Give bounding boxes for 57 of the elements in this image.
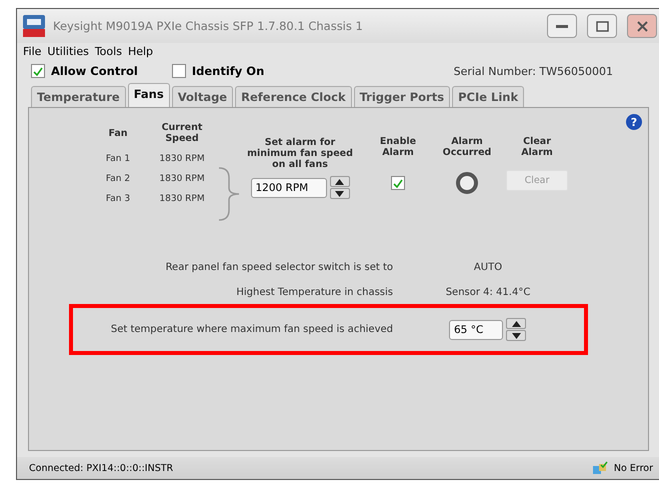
checkbox[interactable]: Identify On bbox=[172, 64, 264, 78]
connection-icon bbox=[592, 461, 608, 475]
tab[interactable]: Reference Clock bbox=[235, 86, 352, 107]
menu-item[interactable]: Help bbox=[128, 45, 154, 58]
alarm-indicator-icon bbox=[456, 172, 478, 194]
help-icon[interactable]: ? bbox=[626, 114, 642, 130]
info-value: AUTO bbox=[472, 262, 504, 273]
up-arrow-icon bbox=[512, 320, 520, 326]
maximize-icon bbox=[596, 20, 608, 32]
window-title: Keysight M9019A PXIe Chassis SFP 1.7.80.1 Chassis 1 bbox=[53, 19, 364, 33]
info-label: Rear panel fan speed selector switch is set to bbox=[164, 262, 393, 273]
menu-item[interactable]: File bbox=[23, 45, 42, 58]
down-arrow-icon bbox=[335, 190, 344, 196]
setting-label: Set temperature where maximum fan speed is achieved bbox=[110, 324, 393, 335]
column-header: Set alarm for minimum fan speed on all fans bbox=[246, 136, 354, 170]
checkbox-box[interactable] bbox=[31, 64, 45, 78]
up-arrow-icon bbox=[335, 178, 344, 184]
enable-alarm-checkbox[interactable] bbox=[391, 176, 405, 190]
decrement-button[interactable] bbox=[506, 330, 526, 341]
menu-item[interactable]: Tools bbox=[94, 45, 122, 58]
checkbox[interactable]: Allow Control bbox=[31, 64, 138, 78]
spin-field[interactable]: 65 °C bbox=[449, 320, 503, 340]
minimize-button[interactable] bbox=[547, 14, 577, 38]
column-header: Alarm Occurred bbox=[442, 135, 492, 158]
spin-field[interactable]: 1200 RPM bbox=[250, 178, 326, 198]
increment-button[interactable] bbox=[330, 176, 350, 187]
fan-speed: 1830 RPM bbox=[158, 174, 206, 184]
close-icon bbox=[636, 20, 648, 32]
error-status: No Error bbox=[614, 462, 653, 474]
checkbox-box[interactable] bbox=[172, 64, 186, 78]
menu-item[interactable]: Utilities bbox=[47, 45, 89, 58]
tab[interactable]: Temperature bbox=[31, 86, 126, 107]
fan-name: Fan 3 bbox=[104, 194, 132, 204]
info-value: Sensor 4: 41.4°C bbox=[444, 287, 532, 298]
down-arrow-icon bbox=[512, 332, 520, 338]
fan-speed: 1830 RPM bbox=[158, 154, 206, 164]
brace-icon bbox=[217, 166, 241, 222]
close-button[interactable] bbox=[627, 14, 657, 38]
column-header: Clear Alarm bbox=[520, 135, 554, 158]
app-logo-icon bbox=[23, 15, 45, 37]
tab[interactable]: Trigger Ports bbox=[354, 86, 450, 107]
maximize-button[interactable] bbox=[587, 14, 617, 38]
info-label: Highest Temperature in chassis bbox=[235, 287, 393, 298]
tab[interactable]: Voltage bbox=[172, 86, 234, 107]
connection-status: Connected: PXI14::0::0::INSTR bbox=[29, 462, 174, 474]
column-header: Enable Alarm bbox=[378, 135, 418, 158]
decrement-button[interactable] bbox=[330, 188, 350, 199]
tab[interactable]: Fans bbox=[128, 83, 170, 107]
minimize-icon bbox=[556, 24, 568, 28]
increment-button[interactable] bbox=[506, 318, 526, 329]
fan-speed: 1830 RPM bbox=[158, 194, 206, 204]
column-header: Fan bbox=[107, 128, 129, 138]
fan-name: Fan 2 bbox=[104, 174, 132, 184]
tab[interactable]: PCIe Link bbox=[452, 86, 524, 107]
serial-number: Serial Number: TW56050001 bbox=[454, 64, 613, 78]
column-header: Current Speed bbox=[160, 122, 204, 144]
fan-name: Fan 1 bbox=[104, 154, 132, 164]
